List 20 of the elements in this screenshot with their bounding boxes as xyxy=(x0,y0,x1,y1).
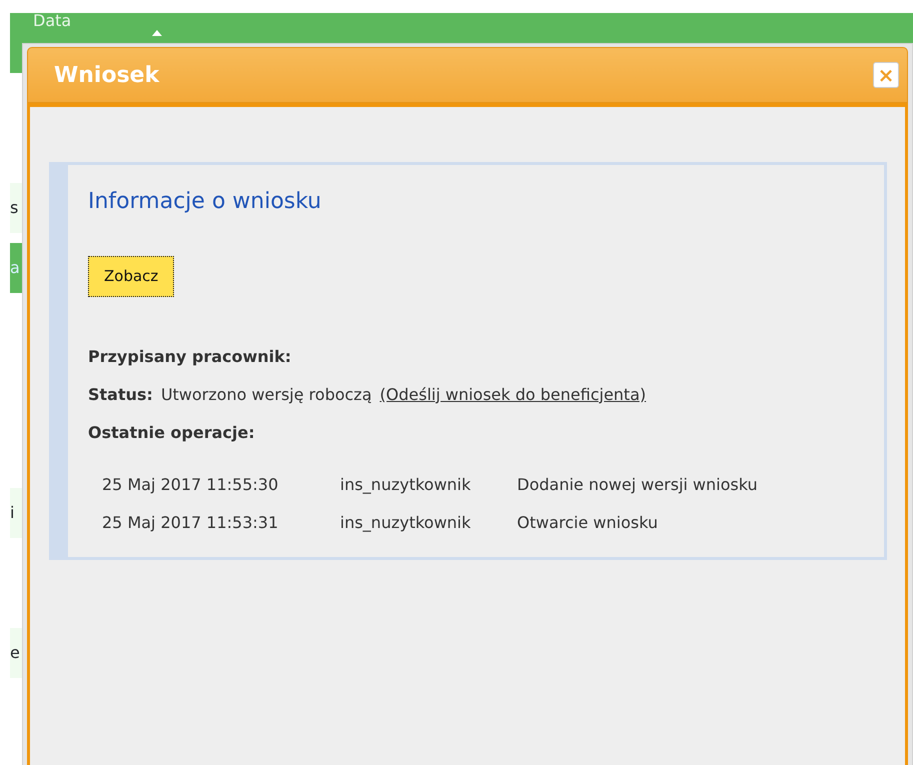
status-value: Utworzono wersję roboczą xyxy=(160,384,372,406)
user-cell-text: ins_nuzytkownik xyxy=(340,512,472,534)
action-cell-text: Otwarcie wniosku xyxy=(517,512,659,534)
user-cell-text: ins_nuzytkownik xyxy=(340,474,472,496)
list-row: i xyxy=(10,488,22,538)
list-row: s xyxy=(10,183,22,233)
action-cell-text: Dodanie nowej wersji wniosku xyxy=(517,474,759,496)
dialog-title: Wniosek xyxy=(54,62,160,90)
assigned-label: Przypisany pracownik: xyxy=(88,346,292,368)
view-button[interactable]: Zobacz xyxy=(88,256,174,297)
list-row: a xyxy=(10,243,22,293)
date-cell-text: 25 Maj 2017 11:55:30 xyxy=(102,474,280,496)
return-link[interactable]: (Odeślij wniosek do beneficjenta) xyxy=(380,382,646,407)
list-row: e xyxy=(10,628,22,678)
date-cell-text: 25 Maj 2017 11:53:31 xyxy=(102,512,280,534)
caret-icon xyxy=(152,30,162,36)
status-label: Status: xyxy=(88,384,153,406)
panel-heading: Informacje o wniosku xyxy=(88,189,322,216)
operations-label: Ostatnie operacje: xyxy=(88,422,256,444)
header-label: Data xyxy=(33,13,72,29)
